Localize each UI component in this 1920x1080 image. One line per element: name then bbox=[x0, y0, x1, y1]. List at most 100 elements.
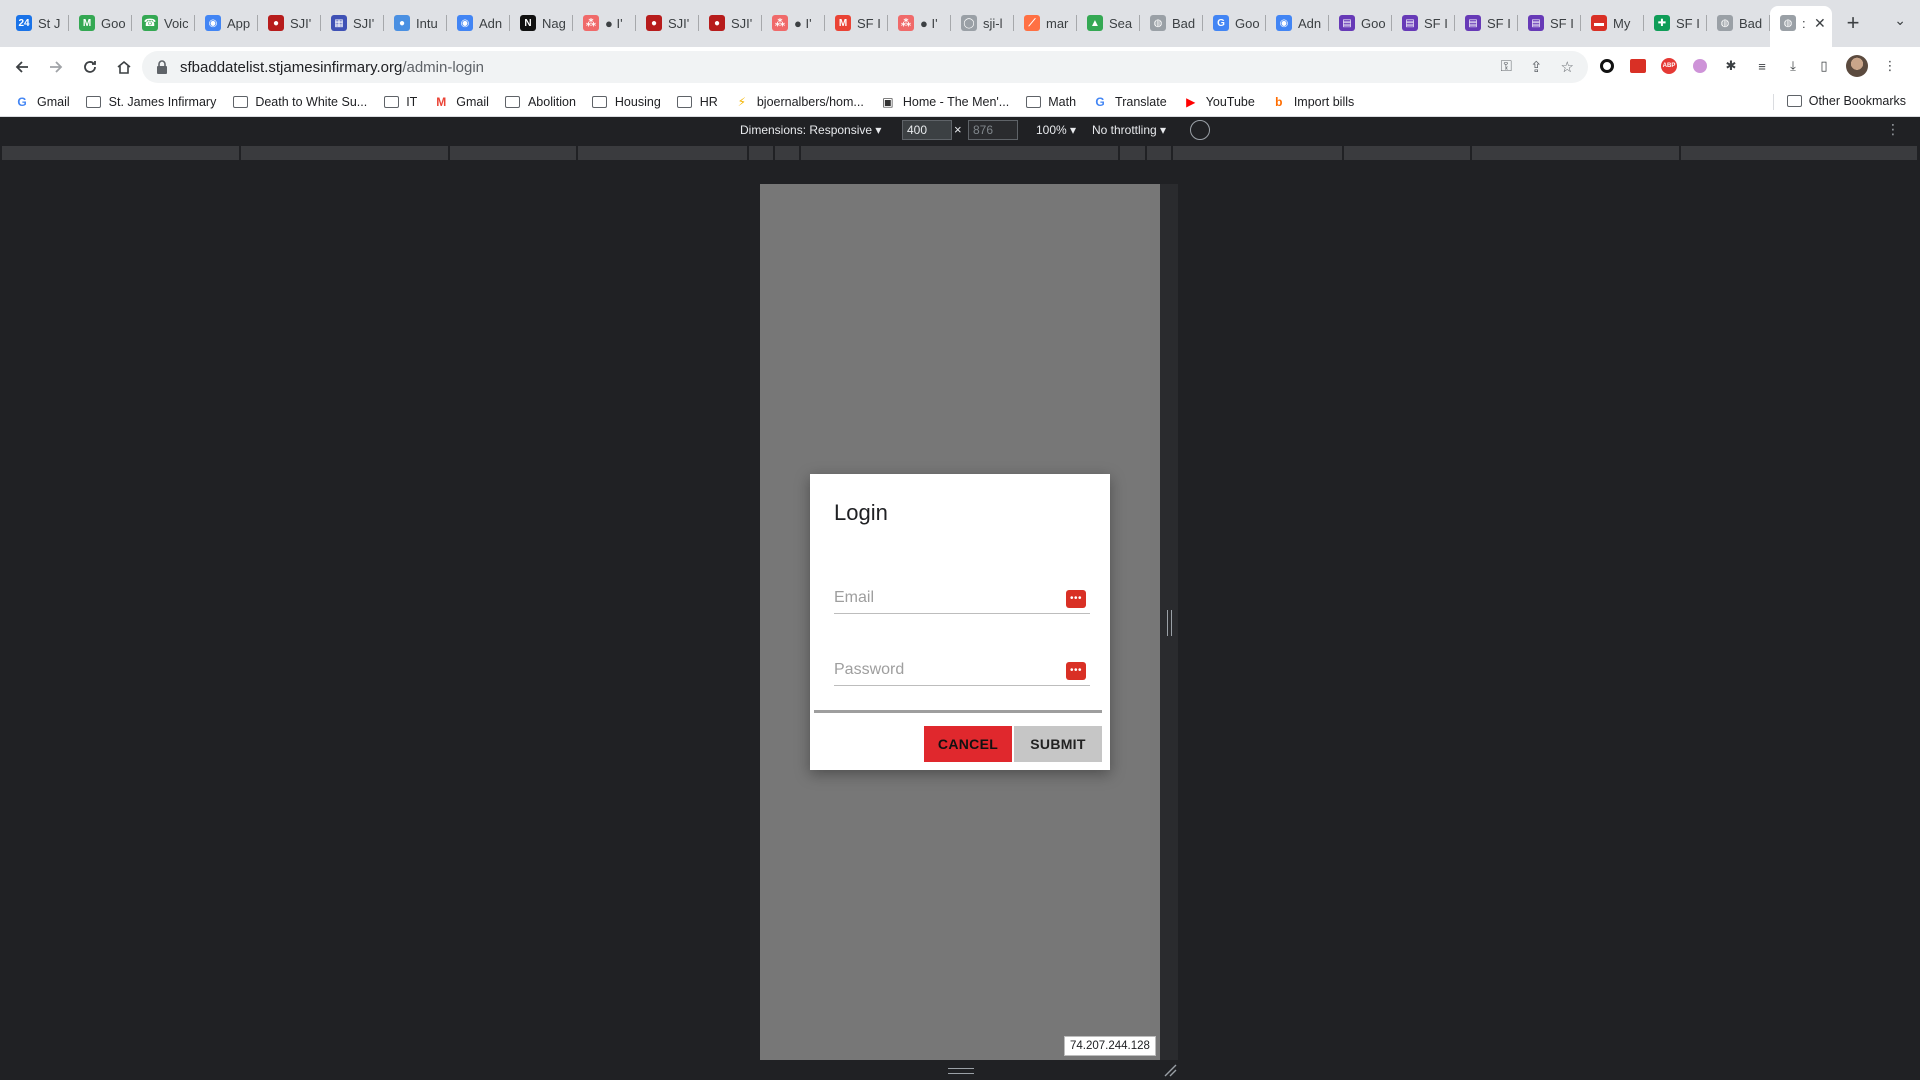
tab[interactable]: ▤ SF I bbox=[1518, 6, 1581, 40]
media-query-segment[interactable] bbox=[775, 146, 800, 160]
profile-avatar[interactable] bbox=[1846, 55, 1868, 77]
bookmark-item[interactable]: IT bbox=[383, 95, 417, 109]
address-bar[interactable]: sfbaddatelist.stjamesinfirmary.org/admin… bbox=[142, 51, 1588, 83]
media-query-segment[interactable] bbox=[241, 146, 449, 160]
close-tab-icon[interactable]: ✕ bbox=[1814, 15, 1826, 32]
tab[interactable]: ✚ SF I bbox=[1644, 6, 1707, 40]
media-query-segment[interactable] bbox=[578, 146, 748, 160]
media-query-segment[interactable] bbox=[1681, 146, 1918, 160]
device-menu-icon[interactable]: ⋮ bbox=[1886, 121, 1900, 138]
tab[interactable]: ◯ sji-l bbox=[951, 6, 1014, 40]
reading-list-icon[interactable]: ≡ bbox=[1753, 57, 1771, 75]
bookmark-item[interactable]: Death to White Su... bbox=[232, 95, 367, 109]
tab[interactable]: G Goo bbox=[1203, 6, 1266, 40]
tab[interactable]: ● SJI' bbox=[699, 6, 762, 40]
password-input[interactable] bbox=[834, 656, 1054, 684]
media-query-segment[interactable] bbox=[1472, 146, 1680, 160]
media-query-segment[interactable] bbox=[1147, 146, 1172, 160]
width-input[interactable]: 400 bbox=[902, 120, 952, 140]
tab[interactable]: ● Intu bbox=[384, 6, 447, 40]
tab[interactable]: N Nag bbox=[510, 6, 573, 40]
side-panel-icon[interactable]: ▯ bbox=[1815, 57, 1833, 75]
media-query-segment[interactable] bbox=[1120, 146, 1146, 160]
media-query-segment[interactable] bbox=[801, 146, 1119, 160]
bookmark-label: Gmail bbox=[456, 94, 489, 109]
bookmark-item[interactable]: G Translate bbox=[1092, 95, 1166, 109]
menu-kebab-icon[interactable]: ⋮ bbox=[1881, 57, 1899, 75]
home-button[interactable] bbox=[108, 51, 140, 83]
tab[interactable]: ◍ Bad bbox=[1707, 6, 1770, 40]
tab[interactable]: ● SJI' bbox=[636, 6, 699, 40]
tab-active[interactable]: ◍ : ✕ bbox=[1770, 6, 1832, 47]
bookmark-item[interactable]: ▶ YouTube bbox=[1183, 95, 1255, 109]
tab[interactable]: ▬ My bbox=[1581, 6, 1644, 40]
tab[interactable]: ▲ Sea bbox=[1077, 6, 1140, 40]
bookmark-item[interactable]: ▣ Home - The Men'... bbox=[880, 95, 1009, 109]
tab[interactable]: 24 St J bbox=[6, 6, 69, 40]
resize-handle-horizontal-icon[interactable] bbox=[948, 1068, 974, 1074]
zoom-dropdown[interactable]: 100% ▾ bbox=[1036, 123, 1076, 137]
bookmark-item[interactable]: Abolition bbox=[505, 95, 576, 109]
submit-button[interactable]: SUBMIT bbox=[1014, 726, 1102, 762]
media-query-segment[interactable] bbox=[1344, 146, 1471, 160]
tab[interactable]: ◍ Bad bbox=[1140, 6, 1203, 40]
tab[interactable]: ● SJI' bbox=[258, 6, 321, 40]
bookmark-item[interactable]: ⚡ bjoernalbers/hom... bbox=[734, 95, 864, 109]
bookmark-item[interactable]: Math bbox=[1025, 95, 1076, 109]
media-query-segment[interactable] bbox=[1173, 146, 1343, 160]
resize-corner-icon[interactable] bbox=[1163, 1063, 1177, 1077]
star-icon[interactable]: ☆ bbox=[1561, 58, 1574, 76]
folder-icon bbox=[232, 95, 248, 109]
bookmark-item[interactable]: G Gmail bbox=[14, 95, 69, 109]
tab-search-icon[interactable]: ⌄ bbox=[1894, 12, 1906, 29]
tab[interactable]: M Goo bbox=[69, 6, 132, 40]
tab[interactable]: ▤ SF I bbox=[1455, 6, 1518, 40]
tab[interactable]: ◉ App bbox=[195, 6, 258, 40]
throttling-dropdown[interactable]: No throttling ▾ bbox=[1092, 123, 1166, 137]
reload-button[interactable] bbox=[74, 51, 106, 83]
tab[interactable]: ☎ Voic bbox=[132, 6, 195, 40]
puzzle-icon[interactable]: ✱ bbox=[1722, 57, 1740, 75]
password-manager-icon[interactable]: ••• bbox=[1066, 590, 1086, 608]
media-query-segment[interactable] bbox=[749, 146, 774, 160]
password-extension-icon[interactable] bbox=[1629, 57, 1647, 75]
tab[interactable]: ⁂ ● I' bbox=[888, 6, 951, 40]
purple-extension-icon[interactable] bbox=[1691, 57, 1709, 75]
bookmark-label: YouTube bbox=[1205, 94, 1255, 109]
key-icon[interactable]: ⚿ bbox=[1501, 58, 1512, 76]
tab[interactable]: ▤ Goo bbox=[1329, 6, 1392, 40]
tab[interactable]: ⁂ ● I' bbox=[762, 6, 825, 40]
back-button[interactable] bbox=[6, 51, 38, 83]
new-tab-button[interactable]: + bbox=[1836, 6, 1870, 40]
download-icon[interactable]: ⤓ bbox=[1784, 57, 1802, 75]
tab[interactable]: ▦ SJI' bbox=[321, 6, 384, 40]
tab-title: Sea bbox=[1109, 15, 1133, 31]
circle-extension-icon[interactable] bbox=[1598, 57, 1616, 75]
tab-favicon-icon: ● bbox=[268, 15, 284, 31]
tab[interactable]: ⟋ mar bbox=[1014, 6, 1077, 40]
other-bookmarks[interactable]: Other Bookmarks bbox=[1786, 94, 1906, 108]
tab[interactable]: ⁂ ● I' bbox=[573, 6, 636, 40]
rotate-icon[interactable] bbox=[1190, 120, 1210, 140]
bookmark-item[interactable]: Housing bbox=[592, 95, 661, 109]
email-input[interactable] bbox=[834, 584, 1054, 612]
tab[interactable]: ▤ SF I bbox=[1392, 6, 1455, 40]
media-query-segment[interactable] bbox=[450, 146, 577, 160]
forward-button[interactable] bbox=[40, 51, 72, 83]
cancel-button[interactable]: CANCEL bbox=[924, 726, 1012, 762]
adblock-icon[interactable]: ABP bbox=[1660, 57, 1678, 75]
share-icon[interactable]: ⇪ bbox=[1530, 58, 1543, 76]
bookmark-item[interactable]: M Gmail bbox=[433, 95, 489, 109]
lock-icon[interactable] bbox=[156, 60, 168, 74]
media-query-segment[interactable] bbox=[2, 146, 240, 160]
tab[interactable]: ◉ Adn bbox=[1266, 6, 1329, 40]
password-manager-icon[interactable]: ••• bbox=[1066, 662, 1086, 680]
bookmark-item[interactable]: HR bbox=[677, 95, 718, 109]
bookmark-item[interactable]: b Import bills bbox=[1271, 95, 1354, 109]
tab[interactable]: ◉ Adn bbox=[447, 6, 510, 40]
bookmark-item[interactable]: St. James Infirmary bbox=[86, 95, 216, 109]
resize-handle-vertical-icon[interactable] bbox=[1167, 610, 1172, 636]
height-input[interactable]: 876 bbox=[968, 120, 1018, 140]
dimensions-dropdown[interactable]: Dimensions: Responsive ▾ bbox=[740, 123, 881, 137]
tab[interactable]: M SF I bbox=[825, 6, 888, 40]
